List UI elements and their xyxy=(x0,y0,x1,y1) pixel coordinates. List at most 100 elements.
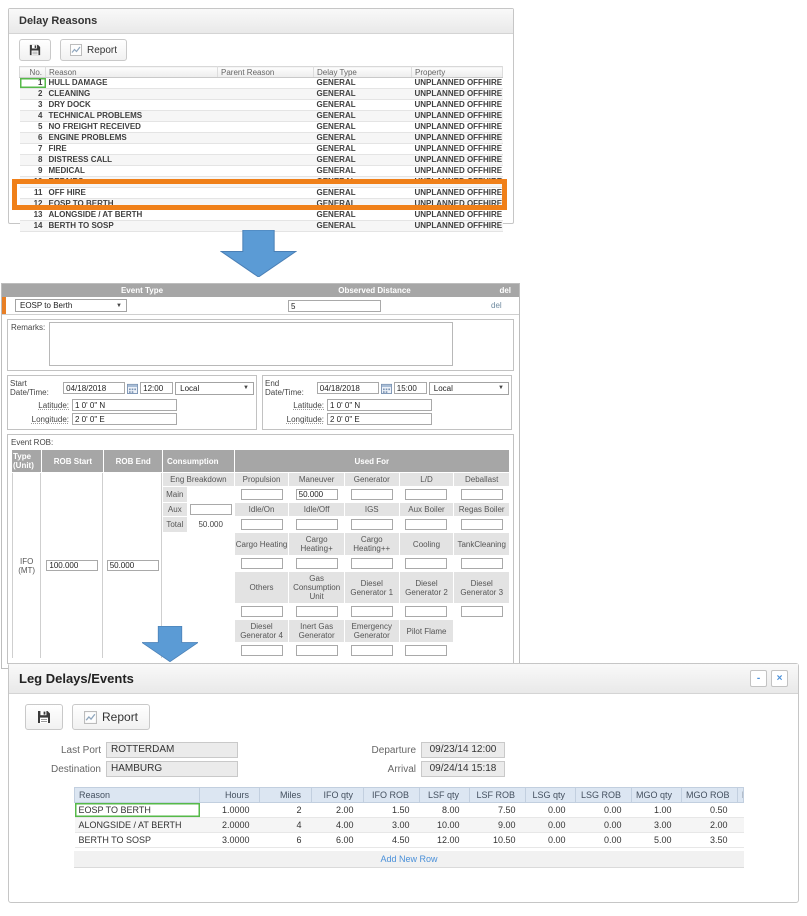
rob-usedfor-input[interactable] xyxy=(461,558,503,569)
rob-usedfor-input[interactable] xyxy=(405,519,447,530)
rob-usedfor-input[interactable] xyxy=(351,489,393,500)
leg-col-lsf-rob[interactable]: LSF ROB xyxy=(470,788,526,803)
leg-col-lsf-qty[interactable]: LSF qty xyxy=(420,788,470,803)
delay-reason-row[interactable]: 10REPAIRSGENERALUNPLANNED OFFHIRE xyxy=(20,177,503,188)
calendar-icon[interactable] xyxy=(381,383,392,394)
start-datetime-label: Start Date/Time: xyxy=(10,379,61,397)
delay-reason-row[interactable]: 1HULL DAMAGEGENERALUNPLANNED OFFHIRE xyxy=(20,78,503,89)
event-type-select[interactable]: EOSP to Berth ▼ xyxy=(15,299,127,312)
minimize-button[interactable]: - xyxy=(750,670,767,687)
rob-usedfor-input[interactable] xyxy=(296,519,338,530)
start-latitude-label: Latitude: xyxy=(10,401,72,410)
delay-reason-row[interactable]: 8DISTRESS CALLGENERALUNPLANNED OFFHIRE xyxy=(20,155,503,166)
cell-value: 4 xyxy=(260,818,312,833)
col-no[interactable]: No. xyxy=(20,67,46,78)
rob-usedfor-input[interactable] xyxy=(351,558,393,569)
delay-reason-row[interactable]: 3DRY DOCKGENERALUNPLANNED OFFHIRE xyxy=(20,100,503,111)
leg-table-row[interactable]: BERTH TO SOSP3.000066.004.5012.0010.500.… xyxy=(75,833,744,848)
rob-usedfor-input[interactable] xyxy=(351,645,393,656)
leg-table-row[interactable]: ALONGSIDE / AT BERTH2.000044.003.0010.00… xyxy=(75,818,744,833)
leg-col-lsg-qty[interactable]: LSG qty xyxy=(526,788,576,803)
col-reason[interactable]: Reason xyxy=(46,67,218,78)
start-longitude-input[interactable] xyxy=(72,413,177,425)
delay-reason-row[interactable]: 12EOSP TO BERTHGENERALUNPLANNED OFFHIRE xyxy=(20,199,503,210)
rob-usedfor-input[interactable] xyxy=(351,519,393,530)
rob-usedfor-input[interactable] xyxy=(461,489,503,500)
observed-distance-input[interactable] xyxy=(288,300,381,312)
save-button[interactable] xyxy=(25,704,63,730)
delay-reason-row[interactable]: 2CLEANINGGENERALUNPLANNED OFFHIRE xyxy=(20,89,503,100)
rob-usedfor-input[interactable] xyxy=(241,489,283,500)
rob-usedfor-label: TankCleaning xyxy=(454,533,509,555)
aux-eng-breakdown-input[interactable] xyxy=(190,504,232,515)
start-date-input[interactable] xyxy=(63,382,125,394)
rob-end-input[interactable] xyxy=(107,560,159,571)
rob-usedfor-input[interactable] xyxy=(296,558,338,569)
calendar-icon[interactable] xyxy=(127,383,138,394)
rob-usedfor-cell xyxy=(235,643,289,658)
cell-delay-type: GENERAL xyxy=(314,177,412,188)
rob-usedfor-input[interactable] xyxy=(241,519,283,530)
leg-col-ifo-qty[interactable]: IFO qty xyxy=(312,788,364,803)
rob-usedfor-input[interactable] xyxy=(296,645,338,656)
end-datetime-label: End Date/Time: xyxy=(265,379,315,397)
remarks-textarea[interactable] xyxy=(49,322,453,366)
leg-col-miles[interactable]: Miles xyxy=(260,788,312,803)
leg-col-remarks[interactable]: Remarks xyxy=(738,788,744,803)
rob-usedfor-input[interactable] xyxy=(241,606,283,617)
end-longitude-input[interactable] xyxy=(327,413,432,425)
rob-usedfor-input[interactable] xyxy=(241,645,283,656)
start-latitude-input[interactable] xyxy=(72,399,177,411)
col-parent-reason[interactable]: Parent Reason xyxy=(218,67,314,78)
rob-usedfor-input[interactable] xyxy=(461,606,503,617)
leg-col-hours[interactable]: Hours xyxy=(200,788,260,803)
delay-reason-row[interactable]: 5NO FREIGHT RECEIVEDGENERALUNPLANNED OFF… xyxy=(20,122,503,133)
cell-property: UNPLANNED OFFHIRE xyxy=(412,221,503,232)
rob-empty-cell xyxy=(163,604,234,619)
add-new-row-link[interactable]: Add New Row xyxy=(380,854,437,864)
rob-usedfor-input[interactable] xyxy=(241,558,283,569)
rob-usedfor-input[interactable] xyxy=(296,606,338,617)
end-time-input[interactable] xyxy=(394,382,427,394)
end-timezone-select[interactable]: Local ▼ xyxy=(429,382,509,395)
leg-table-row[interactable]: EOSP TO BERTH1.000022.001.508.007.500.00… xyxy=(75,803,744,818)
leg-col-reason[interactable]: Reason xyxy=(75,788,200,803)
end-date-input[interactable] xyxy=(317,382,379,394)
rob-usedfor-input[interactable] xyxy=(405,606,447,617)
start-time-input[interactable] xyxy=(140,382,173,394)
rob-usedfor-input[interactable] xyxy=(405,558,447,569)
rob-usedfor-input[interactable] xyxy=(405,645,447,656)
delay-reasons-table: No. Reason Parent Reason Delay Type Prop… xyxy=(19,66,503,232)
rob-usedfor-label: Cooling xyxy=(400,533,454,555)
leg-col-ifo-rob[interactable]: IFO ROB xyxy=(364,788,420,803)
rob-usedfor-input[interactable] xyxy=(461,519,503,530)
cell-delay-type: GENERAL xyxy=(314,155,412,166)
rob-usedfor-input[interactable] xyxy=(405,489,447,500)
rob-start-input[interactable] xyxy=(46,560,98,571)
col-delay-type[interactable]: Delay Type xyxy=(314,67,412,78)
cell-no: 6 xyxy=(20,133,46,144)
leg-col-lsg-rob[interactable]: LSG ROB xyxy=(576,788,632,803)
start-timezone-select[interactable]: Local ▼ xyxy=(175,382,254,395)
rob-usedfor-input[interactable] xyxy=(296,489,338,500)
rob-usedfor-input[interactable] xyxy=(351,606,393,617)
report-button[interactable]: Report xyxy=(72,704,150,730)
delay-reason-row[interactable]: 4TECHNICAL PROBLEMSGENERALUNPLANNED OFFH… xyxy=(20,111,503,122)
report-button[interactable]: Report xyxy=(60,39,127,61)
close-button[interactable]: × xyxy=(771,670,788,687)
delay-reason-row[interactable]: 9MEDICALGENERALUNPLANNED OFFHIRE xyxy=(20,166,503,177)
leg-col-mgo-qty[interactable]: MGO qty xyxy=(632,788,682,803)
delay-reason-row[interactable]: 6ENGINE PROBLEMSGENERALUNPLANNED OFFHIRE xyxy=(20,133,503,144)
delay-reason-row[interactable]: 7FIREGENERALUNPLANNED OFFHIRE xyxy=(20,144,503,155)
col-property[interactable]: Property xyxy=(412,67,503,78)
rob-usedfor-cell xyxy=(454,604,509,619)
leg-col-mgo-rob[interactable]: MGO ROB xyxy=(682,788,738,803)
del-link[interactable]: del xyxy=(491,301,502,310)
delay-reason-row[interactable]: 13ALONGSIDE / AT BERTHGENERALUNPLANNED O… xyxy=(20,210,503,221)
cell-delay-type: GENERAL xyxy=(314,221,412,232)
save-button[interactable] xyxy=(19,39,51,61)
rob-usedfor-cell xyxy=(289,487,343,502)
delay-reason-row[interactable]: 11OFF HIREGENERALUNPLANNED OFFHIRE xyxy=(20,188,503,199)
end-latitude-input[interactable] xyxy=(327,399,432,411)
cell-value xyxy=(738,818,744,833)
